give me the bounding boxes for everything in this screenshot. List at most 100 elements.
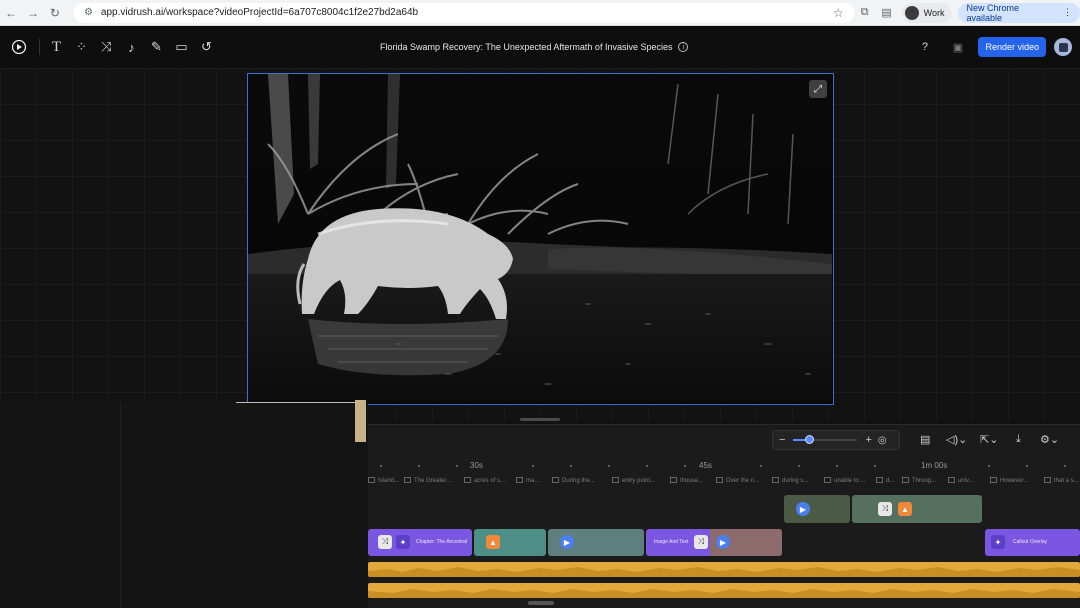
site-info-icon[interactable]: ⚙ — [84, 7, 93, 18]
drag-handle[interactable] — [355, 400, 366, 442]
media-clip[interactable]: ⤨ ▲ — [852, 495, 982, 523]
profile-button[interactable]: Work — [901, 2, 953, 23]
user-avatar[interactable] — [1054, 38, 1072, 56]
media-clip[interactable]: ▲ — [474, 529, 546, 556]
ruler-tick — [874, 465, 876, 467]
chapter-clip-label: Chapter: The Ancestral — [416, 539, 468, 545]
callout-clip[interactable]: ✦ Callout Overlay — [985, 529, 1080, 556]
ruler-label: 30s — [470, 461, 483, 470]
render-video-button[interactable]: Render video — [978, 37, 1046, 57]
elements-icon[interactable]: ⁘ — [69, 35, 94, 60]
timeline-panel: − + ◎ ▤ ◁)⌄ ⇱⌄ ⤓ ⚙⌄ 30s 45s 1m 00s Islan… — [368, 424, 1080, 608]
caption-item[interactable]: However... — [990, 477, 1028, 484]
volume-icon[interactable]: ◁)⌄ — [946, 433, 967, 446]
media-clip[interactable]: ▶ — [784, 495, 850, 523]
caption-item[interactable]: Island... — [368, 477, 399, 484]
caption-item[interactable]: unable to ... — [824, 477, 865, 484]
video-clip-icon: ▶ — [716, 535, 730, 549]
url-text: app.vidrush.ai/workspace?videoProjectId=… — [100, 7, 419, 18]
address-bar[interactable]: ⚙ app.vidrush.ai/workspace?videoProjectI… — [73, 2, 854, 23]
callout-icon: ✦ — [991, 535, 1005, 549]
reload-icon[interactable]: ↻ — [44, 2, 66, 24]
left-panel-line — [236, 402, 356, 403]
panel-resize-handle[interactable] — [520, 418, 560, 421]
zoom-out-icon[interactable]: − — [779, 434, 785, 446]
caption-item[interactable]: entry point... — [612, 477, 655, 484]
ruler-label: 45s — [699, 461, 712, 470]
ruler-tick — [798, 465, 800, 467]
bookmark-star-icon[interactable]: ☆ — [833, 6, 844, 20]
caption-item[interactable]: that a s... — [1044, 477, 1079, 484]
export-icon[interactable]: ⇱⌄ — [980, 433, 998, 446]
chrome-update-button[interactable]: New Chrome available ⋮ — [958, 2, 1080, 23]
preview-frame-image — [248, 74, 832, 403]
callout-clip-label: Callout Overlay — [1013, 539, 1048, 545]
app-root: ← → ↻ ⚙ app.vidrush.ai/workspace?videoPr… — [0, 0, 1080, 608]
save-icon[interactable]: ▣ — [945, 35, 970, 60]
logo-icon[interactable] — [6, 35, 31, 60]
zoom-slider-knob[interactable] — [805, 435, 815, 444]
captions-icon[interactable]: ▤ — [920, 433, 930, 446]
fit-target-icon[interactable]: ◎ — [878, 435, 887, 446]
ruler-tick — [988, 465, 990, 467]
ruler-tick — [532, 465, 534, 467]
caption-item[interactable]: Over the n... — [716, 477, 759, 484]
chapter-clip[interactable]: ⤨ ✦ Chapter: The Ancestral — [368, 529, 472, 556]
media-icon[interactable]: ▤ — [876, 2, 898, 24]
transition-icon[interactable]: ⤨ — [94, 35, 119, 60]
caption-item[interactable]: univ... — [948, 477, 974, 484]
caption-item[interactable]: Throug... — [902, 477, 936, 484]
left-panel-divider — [120, 402, 121, 608]
ruler-tick — [380, 465, 382, 467]
download-icon[interactable]: ⤓ — [1016, 433, 1021, 446]
media-clip[interactable]: ▶ — [548, 529, 644, 556]
video-preview[interactable]: ⤢ — [247, 73, 834, 405]
timeline-resize-handle[interactable] — [528, 601, 554, 605]
ruler-tick — [570, 465, 572, 467]
help-icon[interactable]: ? — [912, 35, 937, 60]
expand-icon[interactable]: ⤢ — [809, 80, 827, 98]
zoom-slider[interactable] — [793, 435, 858, 444]
folder-icon[interactable]: ▭ — [169, 35, 194, 60]
caption-item[interactable]: acres of s... — [464, 477, 505, 484]
music-icon[interactable]: ♪ — [119, 35, 144, 60]
caption-item[interactable]: During the... — [552, 477, 595, 484]
forward-icon[interactable]: → — [22, 2, 44, 24]
image-clip-icon: ▲ — [486, 535, 500, 549]
video-clip-icon: ▶ — [796, 502, 810, 516]
browser-toolbar: ← → ↻ ⚙ app.vidrush.ai/workspace?videoPr… — [0, 0, 1080, 26]
ruler-tick — [646, 465, 648, 467]
caption-item[interactable]: d... — [876, 477, 894, 484]
project-title-text: Florida Swamp Recovery: The Unexpected A… — [380, 42, 673, 52]
settings-gear-icon[interactable]: ⚙⌄ — [1040, 433, 1059, 446]
audio-track[interactable] — [368, 562, 1080, 577]
ruler-tick — [684, 465, 686, 467]
more-vert-icon: ⋮ — [1062, 7, 1072, 17]
ruler-tick — [760, 465, 762, 467]
caption-item[interactable]: during s... — [772, 477, 808, 484]
text-icon[interactable]: T — [44, 35, 69, 60]
ruler-tick — [608, 465, 610, 467]
info-icon[interactable]: i — [678, 42, 689, 52]
callout-icon: ✦ — [396, 535, 410, 549]
caption-track: Island... The Greater... acres of s... m… — [368, 477, 1080, 487]
ruler-label: 1m 00s — [921, 461, 948, 470]
zoom-in-icon[interactable]: + — [865, 434, 871, 446]
image-text-clip[interactable]: Image And Text ⤨ ▶ — [646, 529, 782, 556]
timeline-ruler[interactable]: 30s 45s 1m 00s — [368, 461, 1080, 473]
history-icon[interactable]: ↺ — [194, 35, 219, 60]
transition-icon: ⤨ — [878, 502, 892, 516]
magic-icon[interactable]: ✎ — [144, 35, 169, 60]
user-avatar-icon — [1058, 42, 1068, 52]
project-title[interactable]: Florida Swamp Recovery: The Unexpected A… — [380, 26, 689, 68]
extensions-icon[interactable]: ⧉ — [854, 2, 876, 24]
ruler-tick — [1064, 465, 1066, 467]
caption-item[interactable]: ma... — [516, 477, 539, 484]
audio-track[interactable] — [368, 583, 1080, 598]
caption-item[interactable]: thouse... — [670, 477, 703, 484]
caption-item[interactable]: The Greater... — [404, 477, 451, 484]
back-icon[interactable]: ← — [0, 2, 22, 24]
update-label: New Chrome available — [966, 2, 1019, 23]
toolbar-divider — [39, 39, 40, 55]
ruler-tick — [456, 465, 458, 467]
